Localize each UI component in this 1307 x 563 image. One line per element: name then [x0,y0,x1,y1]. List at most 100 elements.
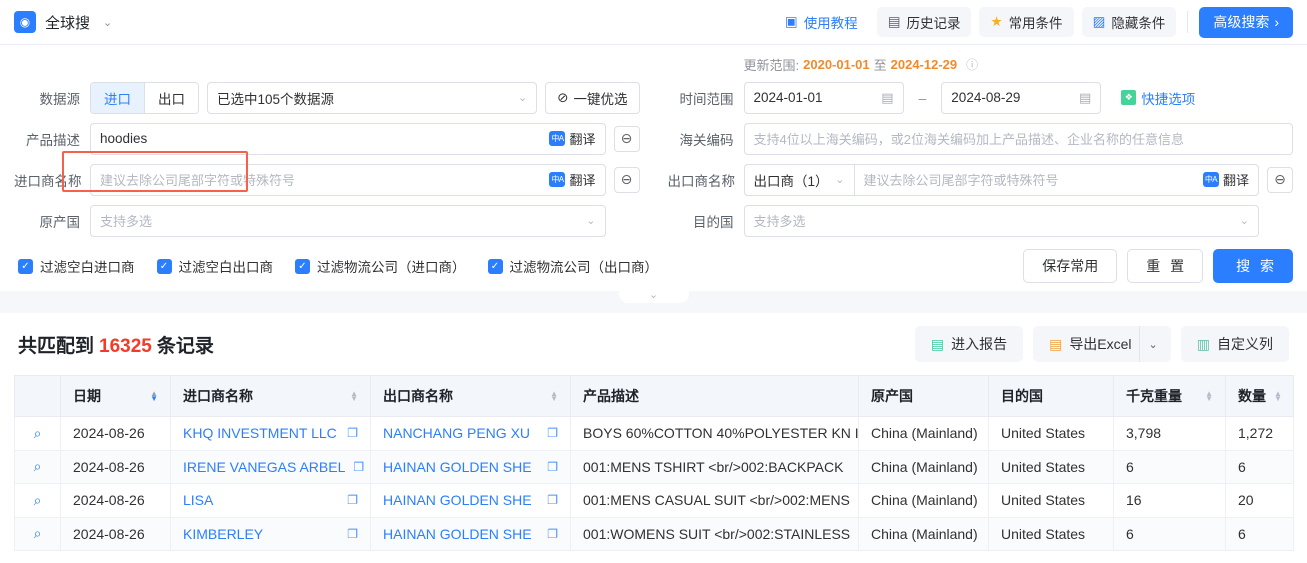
chevron-down-icon[interactable]: ⌄ [103,16,112,29]
exporter-name-input[interactable]: 建议去除公司尾部字符或特殊符号 中A 翻译 [853,163,1259,196]
exporter-link[interactable]: HAINAN GOLDEN SHE [383,492,532,508]
row-search-icon[interactable]: ⌕ [14,416,61,451]
zoom-out-icon[interactable]: ⊖ [613,166,640,193]
tab-export[interactable]: 出口 [144,82,198,113]
table-row[interactable]: ⌕ 2024-08-26 LISA ❐ HAINAN GOLDEN SHE ❐ 001:ME… [14,483,1294,518]
copy-icon[interactable]: ❐ [339,426,358,440]
custom-columns-button[interactable]: ▥ 自定义列 [1180,326,1289,362]
sort-desc-icon: ▼ [350,394,358,403]
results-count-value: 16325 [99,335,152,357]
column-header-qty[interactable]: 数量 ▲ ▼ [1225,375,1294,417]
favorites-label: 常用条件 [1008,16,1063,31]
tab-import[interactable]: 进口 [91,82,144,113]
search-button[interactable]: 搜 索 [1213,249,1293,283]
translate-button[interactable]: 中A 翻译 [549,170,596,189]
sort-toggle-exporter[interactable]: ▲ ▼ [542,390,558,403]
history-button[interactable]: ▤ 历史记录 [876,7,972,37]
cell-dest: United States [988,449,1114,484]
translate-button[interactable]: 中A 翻译 [1202,170,1249,189]
check-circle-icon: ⊘ [557,89,569,105]
tutorial-button[interactable]: ▣ 使用教程 [774,7,869,37]
copy-icon[interactable]: ❐ [539,460,558,474]
copy-icon[interactable]: ❐ [539,527,558,541]
sort-toggle-weight[interactable]: ▲ ▼ [1197,390,1213,403]
product-desc-input[interactable]: hoodies 中A 翻译 [90,122,606,155]
quick-options-button[interactable]: ❖ 快捷选项 [1121,88,1195,108]
copy-icon[interactable]: ❐ [539,426,558,440]
column-header-weight[interactable]: 千克重量 ▲ ▼ [1113,375,1226,417]
exporter-link[interactable]: HAINAN GOLDEN SHE [383,459,532,475]
cell-exporter[interactable]: HAINAN GOLDEN SHE ❐ [370,449,571,484]
origin-country-select[interactable]: 支持多选 ⌄ [90,204,606,237]
sort-toggle-qty[interactable]: ▲ ▼ [1266,390,1282,403]
date-end-input[interactable]: 2024-08-29 ▤ [941,81,1102,114]
exporter-type-select[interactable]: 出口商（1） ⌄ [743,163,854,196]
hs-code-input[interactable]: 支持4位以上海关编码，或2位海关编码加上产品描述、企业名称的任意信息 [743,122,1293,155]
chevron-down-icon: ⌄ [1148,338,1158,351]
enter-report-button[interactable]: ▤ 进入报告 [914,326,1024,362]
export-excel-dropdown[interactable]: ⌄ [1138,326,1171,362]
row-search-icon[interactable]: ⌕ [14,449,61,484]
column-header-importer[interactable]: 进口商名称 ▲ ▼ [170,375,371,417]
save-favorite-button[interactable]: 保存常用 [1023,249,1118,283]
product-desc-value: hoodies [100,131,148,146]
copy-icon[interactable]: ❐ [539,493,558,507]
table-row[interactable]: ⌕ 2024-08-26 KHQ INVESTMENT LLC ❐ NANCHANG P… [14,416,1294,451]
favorites-button[interactable]: ★ 常用条件 [979,7,1074,37]
reset-button[interactable]: 重 置 [1127,249,1204,283]
table-row[interactable]: ⌕ 2024-08-26 IRENE VANEGAS ARBEL ❐ HAINAN GO… [14,449,1294,484]
results-count-suffix: 条记录 [156,335,214,357]
column-header-origin: 原产国 [858,375,989,417]
sort-toggle-importer[interactable]: ▲ ▼ [342,390,358,403]
importer-name-input[interactable]: 建议去除公司尾部字符或特殊符号 中A 翻译 [90,163,606,196]
advanced-search-button[interactable]: 高级搜索 › [1199,6,1293,38]
row-search-icon[interactable]: ⌕ [14,483,61,518]
zoom-out-icon[interactable]: ⊖ [1267,166,1293,193]
update-range-end: 2024-12-29 [890,56,958,72]
zoom-out-icon[interactable]: ⊖ [613,125,640,152]
checkbox-icon: ✓ [487,258,503,274]
table-row[interactable]: ⌕ 2024-08-26 KIMBERLEY ❐ HAINAN GOLDEN SHE ❐ 0… [14,516,1294,551]
column-header-exporter[interactable]: 出口商名称 ▲ ▼ [370,375,571,417]
copy-icon[interactable]: ❐ [345,460,364,474]
cell-origin: China (Mainland) [858,449,989,484]
column-header-date[interactable]: 日期 ▲ ▼ [60,375,171,417]
importer-link[interactable]: IRENE VANEGAS ARBEL [183,459,345,475]
export-excel-button[interactable]: ▤ 导出Excel ⌄ [1033,326,1171,362]
checkbox-filter-logistics-exporter[interactable]: ✓ 过滤物流公司（出口商） [487,256,658,276]
importer-link[interactable]: KIMBERLEY [183,526,263,542]
sort-toggle-date[interactable]: ▲ ▼ [142,390,158,403]
copy-icon[interactable]: ❐ [339,527,358,541]
checkbox-filter-blank-importer[interactable]: ✓ 过滤空白进口商 [18,256,135,276]
brand[interactable]: ◉ 全球搜 ⌄ [14,11,112,33]
exporter-link[interactable]: NANCHANG PENG XU [383,425,530,441]
exporter-link[interactable]: HAINAN GOLDEN SHE [383,526,532,542]
importer-name-row: 进口商名称 建议去除公司尾部字符或特殊符号 中A 翻译 ⊖ [14,159,640,200]
column-label: 数量 [1238,388,1266,404]
importer-link[interactable]: LISA [183,492,213,508]
translate-button[interactable]: 中A 翻译 [549,129,596,148]
cell-exporter[interactable]: HAINAN GOLDEN SHE ❐ [370,483,571,518]
hide-conditions-button[interactable]: ▨ 隐藏条件 [1081,7,1177,37]
time-range-row: 时间范围 2024-01-01 ▤ – 2024-08-29 ▤ ❖ 快捷选项 [668,77,1294,118]
cell-exporter[interactable]: HAINAN GOLDEN SHE ❐ [370,516,571,551]
importer-link[interactable]: KHQ INVESTMENT LLC [183,425,337,441]
checkbox-filter-logistics-importer[interactable]: ✓ 过滤物流公司（进口商） [295,256,466,276]
cell-importer[interactable]: KIMBERLEY ❐ [170,516,371,551]
cell-importer[interactable]: KHQ INVESTMENT LLC ❐ [170,416,371,451]
copy-icon[interactable]: ❐ [339,493,358,507]
collapse-panel-button[interactable]: ⌄ [618,281,689,303]
date-start-input[interactable]: 2024-01-01 ▤ [743,81,904,114]
datasource-toggle[interactable]: 进口 出口 [90,81,199,114]
datasource-select[interactable]: 已选中105个数据源 ⌄ [207,81,538,114]
update-range-middle: 至 [873,57,887,73]
one-click-optimize-button[interactable]: ⊘ 一键优选 [545,81,640,114]
cell-importer[interactable]: IRENE VANEGAS ARBEL ❐ [170,449,371,484]
dest-country-select[interactable]: 支持多选 ⌄ [743,204,1259,237]
checkbox-filter-blank-exporter[interactable]: ✓ 过滤空白出口商 [156,256,273,276]
cell-importer[interactable]: LISA ❐ [170,483,371,518]
history-label: 历史记录 [906,16,961,31]
row-search-icon[interactable]: ⌕ [14,516,61,551]
help-icon[interactable]: ⓘ [966,56,978,73]
cell-exporter[interactable]: NANCHANG PENG XU ❐ [370,416,571,451]
